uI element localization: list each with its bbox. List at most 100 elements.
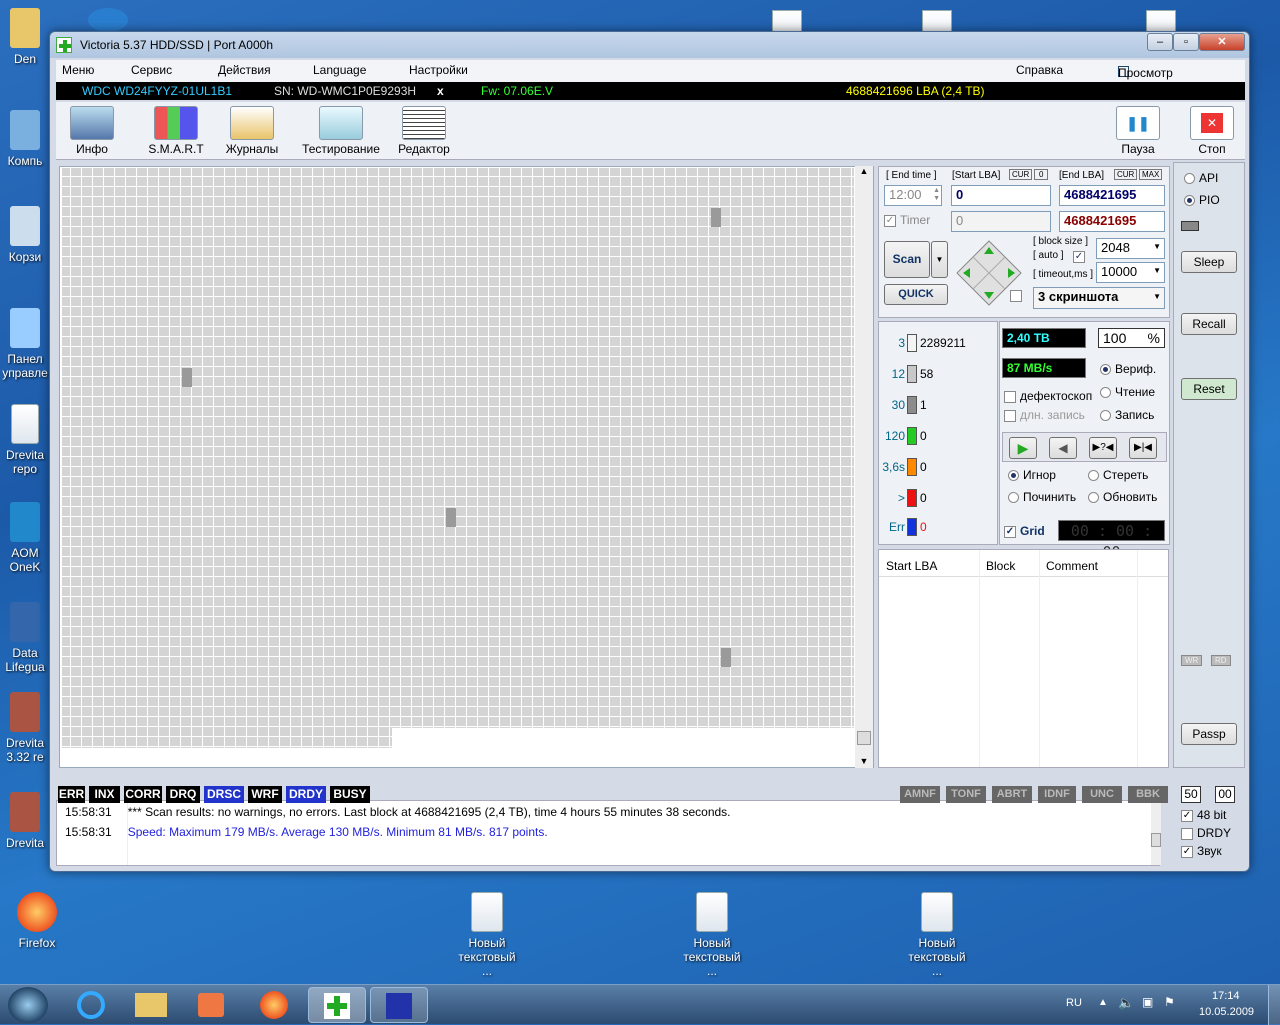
scan-button[interactable]: Scan bbox=[884, 241, 930, 278]
auto-checkbox[interactable]: ✓ bbox=[1073, 249, 1089, 263]
defectoscope-checkbox[interactable]: дефектоскоп bbox=[1004, 389, 1092, 403]
desktop-icon-new-text-1[interactable]: Новый текстовый ... bbox=[452, 892, 522, 978]
sleep-button[interactable]: Sleep bbox=[1181, 251, 1237, 273]
desktop-icon-computer[interactable]: Компь bbox=[0, 110, 50, 168]
flag-icon[interactable]: ⚑ bbox=[1164, 995, 1175, 1009]
erase-radio[interactable]: Стереть bbox=[1088, 468, 1148, 482]
api-radio[interactable]: API bbox=[1184, 171, 1218, 185]
log-scrollbar[interactable] bbox=[1151, 801, 1161, 865]
show-desktop-button[interactable] bbox=[1268, 985, 1280, 1025]
sound-checkbox[interactable]: ✓ Звук bbox=[1181, 844, 1222, 858]
timeout-label: [ timeout,ms ] bbox=[1033, 269, 1094, 280]
timer-checkbox[interactable]: ✓ Timer bbox=[884, 213, 930, 227]
verify-radio[interactable]: Вериф. bbox=[1100, 362, 1156, 376]
language-indicator[interactable]: RU bbox=[1066, 997, 1082, 1009]
desktop-icon-firefox[interactable]: Firefox bbox=[2, 892, 72, 950]
timeout-select[interactable]: 10000 ▼ bbox=[1096, 262, 1165, 283]
end-time-input[interactable]: 12:00 ▲ ▼ bbox=[884, 185, 942, 206]
pause-button[interactable]: ❚❚ Пауза bbox=[1116, 106, 1160, 156]
desktop-icon-drevitail-332[interactable]: Drevita 3.32 re bbox=[0, 692, 50, 764]
network-icon[interactable]: ▣ bbox=[1142, 995, 1153, 1009]
passp-button[interactable]: Passp bbox=[1181, 723, 1237, 745]
end-time-spinner[interactable]: ▲ ▼ bbox=[933, 187, 940, 203]
read-radio[interactable]: Чтение bbox=[1100, 385, 1155, 399]
editor-button[interactable]: Редактор bbox=[394, 106, 454, 156]
timer-value[interactable]: 0 bbox=[951, 211, 1051, 232]
desktop-icon-aomei[interactable]: AOM OneK bbox=[0, 502, 50, 574]
seagate-icon[interactable] bbox=[88, 8, 128, 32]
desktop-icon-recycle-bin[interactable]: Корзи bbox=[0, 206, 50, 264]
clock-date[interactable]: 10.05.2009 bbox=[1199, 1006, 1254, 1018]
info-button[interactable]: Инфо bbox=[66, 106, 118, 156]
end-max-button[interactable]: MAX bbox=[1139, 169, 1163, 180]
menu-service[interactable]: Сервис bbox=[131, 63, 172, 77]
logs-button[interactable]: Журналы bbox=[222, 106, 282, 156]
recall-button[interactable]: Recall bbox=[1181, 313, 1237, 335]
desktop-icon-new-text-3[interactable]: Новый текстовый ... bbox=[902, 892, 972, 978]
jump-end-button[interactable]: ▶|◀ bbox=[1129, 437, 1157, 459]
log-scroll-thumb[interactable] bbox=[1151, 833, 1161, 847]
play-backward-button[interactable]: ◀ bbox=[1049, 437, 1077, 459]
play-forward-button[interactable]: ▶ bbox=[1009, 437, 1037, 459]
taskbar-explorer[interactable] bbox=[122, 987, 180, 1023]
menu-settings[interactable]: Настройки bbox=[409, 63, 468, 77]
end-lba-input[interactable]: 4688421695 bbox=[1059, 185, 1165, 206]
volume-icon[interactable]: 🔈 bbox=[1118, 995, 1134, 1011]
col-comment[interactable]: Comment bbox=[1046, 559, 1098, 573]
close-window-button[interactable]: ✕ bbox=[1199, 33, 1245, 51]
menu-help[interactable]: Справка bbox=[1016, 63, 1063, 77]
scan-dropdown-button[interactable]: ▼ bbox=[931, 241, 948, 278]
clock-time[interactable]: 17:14 bbox=[1212, 990, 1240, 1002]
start-zero-button[interactable]: 0 bbox=[1034, 169, 1049, 180]
reset-button[interactable]: Reset bbox=[1181, 378, 1237, 400]
bit48-checkbox[interactable]: ✓ 48 bit bbox=[1181, 808, 1226, 822]
long-write-checkbox[interactable]: длн. запись bbox=[1004, 408, 1085, 422]
title-bar[interactable]: Victoria 5.37 HDD/SSD | Port A000h – ▫ ✕ bbox=[50, 32, 1249, 58]
ignore-radio[interactable]: Игнор bbox=[1008, 468, 1056, 482]
stop-button[interactable]: ✕ Стоп bbox=[1190, 106, 1234, 156]
minimize-button[interactable]: – bbox=[1147, 33, 1173, 51]
col-start-lba[interactable]: Start LBA bbox=[886, 559, 937, 573]
grid-checkbox[interactable]: ✓ Grid bbox=[1004, 524, 1045, 538]
close-drive-button[interactable]: x bbox=[437, 84, 444, 98]
taskbar-media-player[interactable] bbox=[182, 987, 240, 1023]
write-radio[interactable]: Запись bbox=[1100, 408, 1154, 422]
taskbar-ie[interactable] bbox=[62, 987, 120, 1023]
end-cur-button[interactable]: CUR bbox=[1114, 169, 1138, 180]
skip-unknown-button[interactable]: ▶?◀ bbox=[1089, 437, 1117, 459]
refresh-radio[interactable]: Обновить bbox=[1088, 490, 1157, 504]
scroll-up-arrow[interactable]: ▲ bbox=[855, 166, 873, 176]
desktop-icon-drevitail-report[interactable]: Drevita repo bbox=[0, 404, 50, 476]
direction-checkbox[interactable] bbox=[1010, 288, 1026, 302]
menu-main[interactable]: Меню bbox=[62, 63, 94, 77]
maximize-button[interactable]: ▫ bbox=[1173, 33, 1199, 51]
map-scrollbar[interactable]: ▲ ▼ bbox=[855, 166, 873, 768]
desktop-icon-new-text-2[interactable]: Новый текстовый ... bbox=[677, 892, 747, 978]
defect-table: Start LBA Block Comment bbox=[878, 549, 1169, 768]
scroll-thumb[interactable] bbox=[857, 731, 871, 745]
chevron-down-icon: ▼ bbox=[1153, 266, 1161, 275]
desktop-icon-data-lifeguard[interactable]: Data Lifegua bbox=[0, 602, 50, 674]
start-button[interactable] bbox=[8, 987, 48, 1023]
drdy-checkbox[interactable]: DRDY bbox=[1181, 826, 1231, 840]
menu-actions[interactable]: Действия bbox=[218, 63, 271, 77]
testing-button[interactable]: Тестирование bbox=[296, 106, 386, 156]
taskbar-victoria[interactable] bbox=[308, 987, 366, 1023]
block-size-select[interactable]: 2048 ▼ bbox=[1096, 238, 1165, 259]
col-block[interactable]: Block bbox=[986, 559, 1015, 573]
quick-button[interactable]: QUICK bbox=[884, 284, 948, 305]
screenshot-select[interactable]: 3 скриншота ▼ bbox=[1033, 287, 1165, 309]
start-lba-input[interactable]: 0 bbox=[951, 185, 1051, 206]
repair-radio[interactable]: Починить bbox=[1008, 490, 1076, 504]
tray-chevron-icon[interactable]: ▲ bbox=[1098, 997, 1108, 1008]
desktop-icon-den[interactable]: Den bbox=[0, 8, 50, 66]
desktop-icon-control-panel[interactable]: Панел управле bbox=[0, 308, 50, 380]
smart-button[interactable]: S.M.A.R.T bbox=[136, 106, 216, 156]
start-cur-button[interactable]: CUR bbox=[1009, 169, 1033, 180]
menu-language[interactable]: Language bbox=[313, 63, 366, 77]
scroll-down-arrow[interactable]: ▼ bbox=[855, 756, 873, 766]
taskbar-firefox[interactable] bbox=[245, 987, 303, 1023]
taskbar-floppy-app[interactable] bbox=[370, 987, 428, 1023]
pio-radio[interactable]: PIO bbox=[1184, 193, 1220, 207]
desktop-icon-drevitail[interactable]: Drevita bbox=[0, 792, 50, 850]
